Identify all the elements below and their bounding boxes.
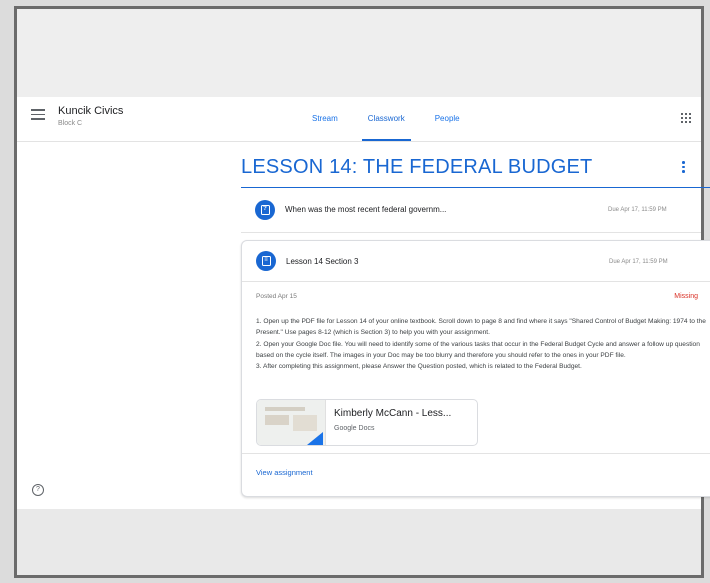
topic-divider [241, 187, 710, 188]
apps-grid-icon[interactable] [681, 113, 691, 123]
assignment-due: Due Apr 17, 11:59 PM [609, 259, 668, 265]
assignment-header[interactable]: ≡ Lesson 14 Section 3 Due Apr 17, 11:59 … [242, 241, 710, 282]
google-docs-icon [307, 432, 323, 445]
bottom-band [17, 509, 701, 575]
view-assignment-link[interactable]: View assignment [256, 468, 313, 477]
top-band [17, 9, 701, 97]
card-footer-divider [242, 453, 710, 454]
assignment-icon: ≡ [256, 251, 276, 271]
menu-icon[interactable] [31, 109, 45, 121]
help-icon[interactable]: ? [32, 484, 44, 496]
more-options-icon[interactable] [682, 161, 685, 175]
assignment-card: ≡ Lesson 14 Section 3 Due Apr 17, 11:59 … [241, 240, 710, 497]
class-name[interactable]: Kuncik Civics [58, 105, 123, 117]
classroom-app: Kuncik Civics Block C Stream Classwork P… [17, 97, 710, 509]
status-badge: Missing [674, 293, 698, 300]
question-due: Due Apr 17, 11:59 PM [608, 207, 667, 213]
attachment-type: Google Docs [334, 425, 375, 432]
screenshot-frame: Kuncik Civics Block C Stream Classwork P… [14, 6, 710, 578]
assignment-title[interactable]: Lesson 14 Section 3 [286, 257, 359, 266]
instruction-step: 3. After completing this assignment, ple… [256, 363, 582, 371]
tab-stream[interactable]: Stream [297, 97, 353, 141]
posted-date: Posted Apr 15 [256, 293, 297, 300]
instruction-step: 1. Open up the PDF file for Lesson 14 of… [256, 318, 706, 337]
tab-classwork[interactable]: Classwork [353, 97, 420, 141]
question-icon: ? [255, 200, 275, 220]
topic-title: LESSON 14: THE FEDERAL BUDGET [241, 156, 593, 178]
class-section: Block C [58, 120, 83, 127]
attachment-thumbnail [257, 400, 326, 445]
instruction-step: 2. Open your Google Doc file. You will n… [256, 340, 700, 359]
question-title[interactable]: When was the most recent federal governm… [285, 205, 446, 214]
app-header: Kuncik Civics Block C Stream Classwork P… [17, 97, 701, 142]
nav-tabs: Stream Classwork People [297, 97, 475, 141]
attachment-card[interactable]: Kimberly McCann - Less... Google Docs [256, 399, 478, 446]
assignment-instructions: 1. Open up the PDF file for Lesson 14 of… [256, 316, 710, 372]
tab-people[interactable]: People [420, 97, 475, 141]
question-item[interactable]: ? When was the most recent federal gover… [241, 189, 701, 233]
attachment-title[interactable]: Kimberly McCann - Less... [334, 408, 451, 419]
